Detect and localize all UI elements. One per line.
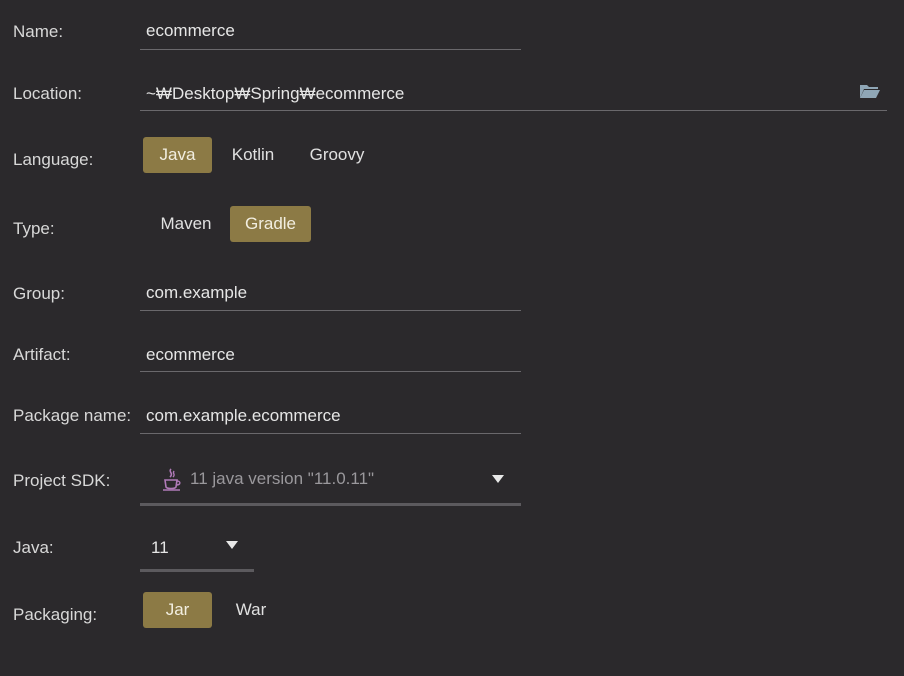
artifact-label: Artifact: (13, 345, 71, 364)
java-cup-icon (162, 468, 182, 492)
artifact-value: ecommerce (146, 345, 235, 364)
group-value: com.example (146, 283, 248, 302)
new-project-form: Name: ecommerce Location: ~₩Desktop₩Spri… (0, 0, 904, 676)
location-field[interactable]: ~₩Desktop₩Spring₩ecommerce (140, 75, 887, 111)
project-sdk-label: Project SDK: (13, 471, 111, 490)
packaging-option-war[interactable]: War (220, 592, 282, 628)
package-name-value: com.example.ecommerce (146, 406, 341, 425)
java-version-dropdown[interactable]: 11 (140, 528, 254, 572)
java-label: Java: (13, 538, 54, 557)
packaging-option-jar[interactable]: Jar (143, 592, 212, 628)
language-label: Language: (13, 150, 94, 169)
java-version-value: 11 (151, 538, 169, 557)
packaging-label: Packaging: (13, 605, 98, 624)
location-value: ~₩Desktop₩Spring₩ecommerce (146, 84, 405, 103)
name-value: ecommerce (146, 21, 235, 40)
location-label: Location: (13, 84, 82, 103)
name-field[interactable]: ecommerce (140, 14, 521, 50)
type-label: Type: (13, 219, 55, 238)
language-option-java[interactable]: Java (143, 137, 212, 173)
folder-icon[interactable] (859, 83, 881, 99)
package-name-field[interactable]: com.example.ecommerce (140, 398, 521, 434)
group-field[interactable]: com.example (140, 275, 521, 311)
type-option-maven[interactable]: Maven (146, 206, 226, 242)
language-option-kotlin[interactable]: Kotlin (218, 137, 288, 173)
artifact-field[interactable]: ecommerce (140, 336, 521, 372)
group-label: Group: (13, 284, 65, 303)
type-option-gradle[interactable]: Gradle (230, 206, 311, 242)
chevron-down-icon (226, 541, 238, 549)
name-label: Name: (13, 22, 64, 41)
project-sdk-value: 11 java version "11.0.11" (190, 469, 375, 488)
chevron-down-icon (492, 475, 504, 483)
language-option-groovy[interactable]: Groovy (296, 137, 378, 173)
package-name-label: Package name: (13, 406, 132, 425)
project-sdk-dropdown[interactable]: 11 java version "11.0.11" (140, 456, 521, 506)
